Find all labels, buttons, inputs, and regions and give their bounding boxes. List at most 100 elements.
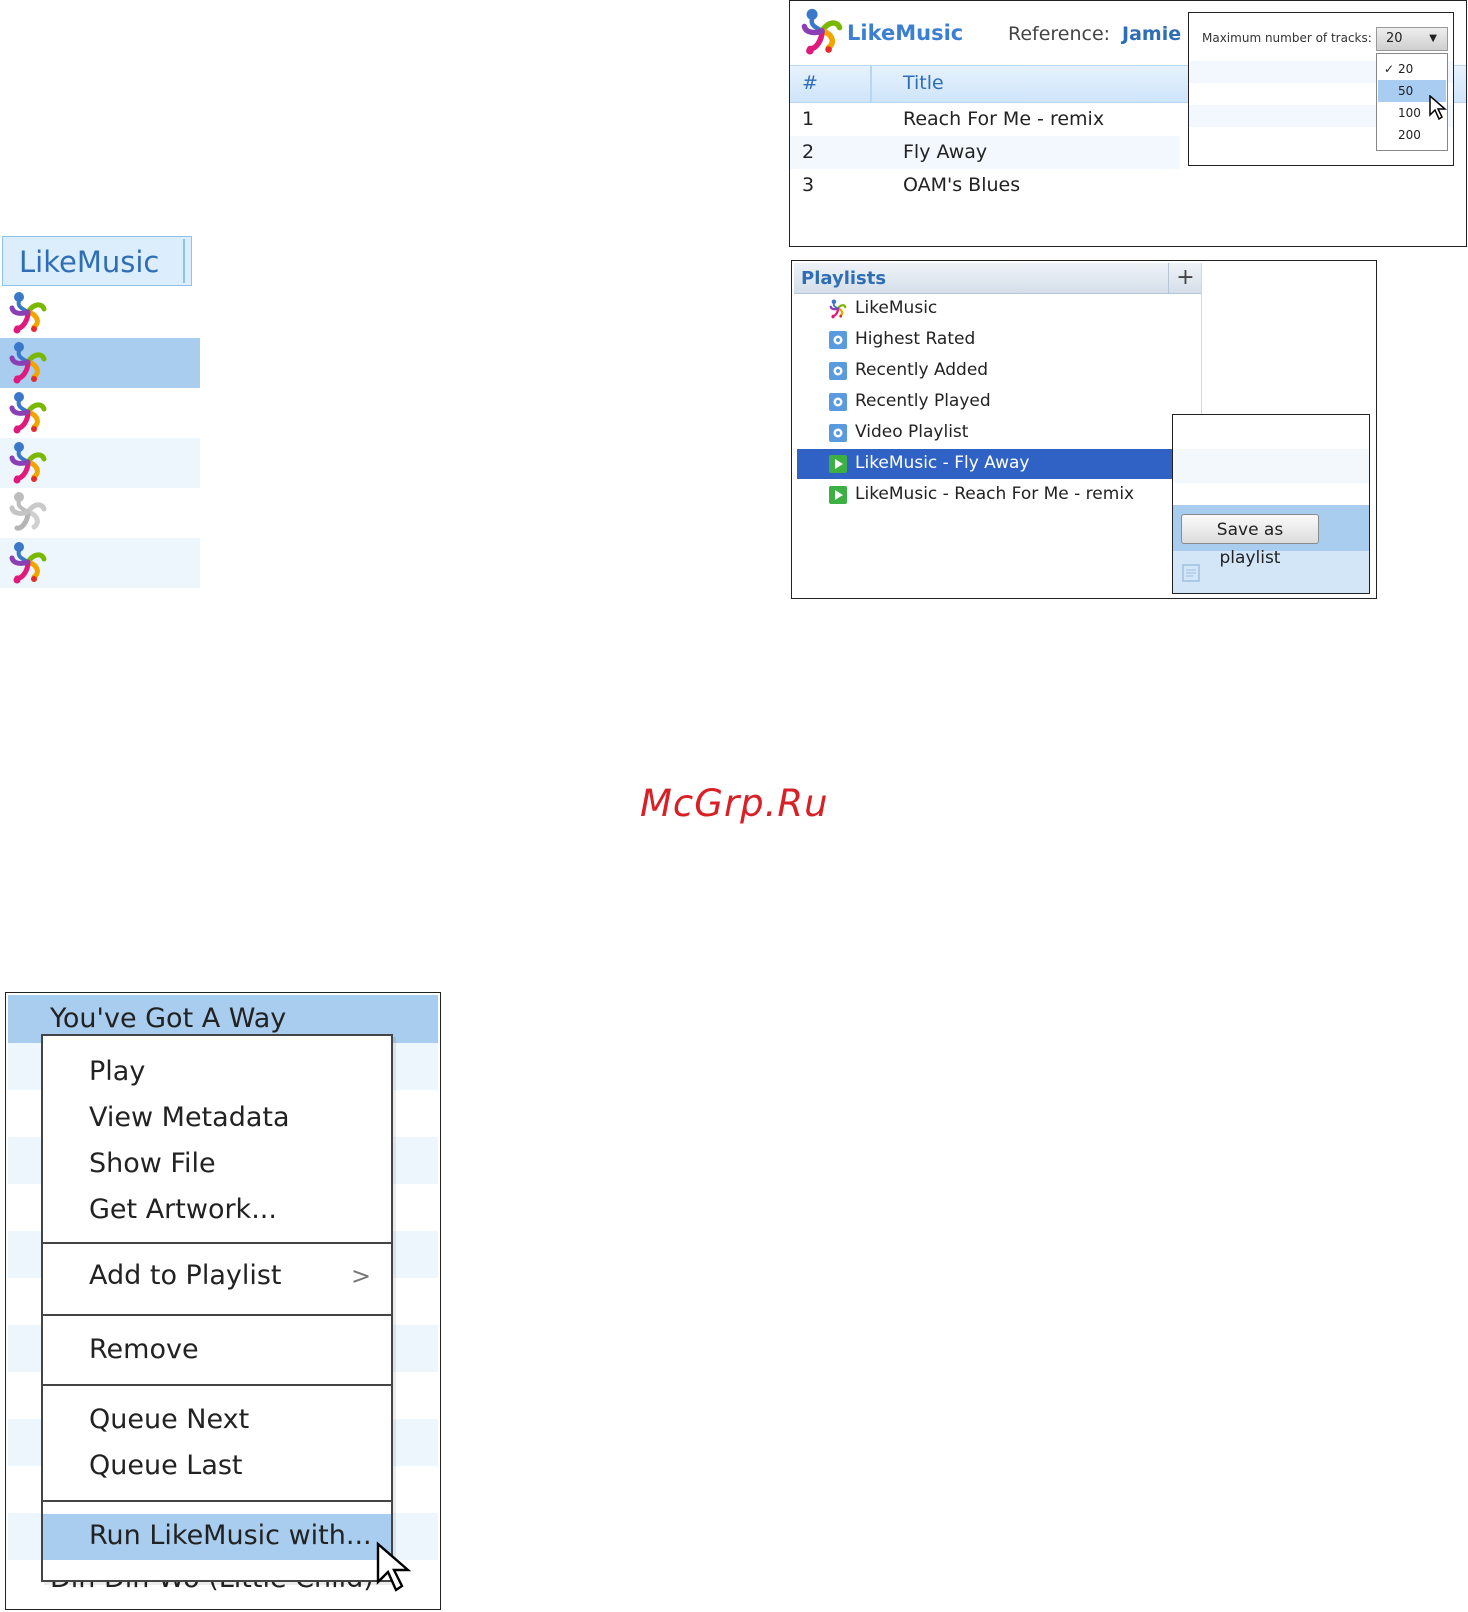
likemusic-logo-icon[interactable] xyxy=(8,291,48,335)
column-row[interactable] xyxy=(0,288,200,338)
max-tracks-selected-value: 20 xyxy=(1386,31,1403,46)
menu-separator xyxy=(43,1314,391,1316)
playlist-item[interactable]: Highest Rated xyxy=(797,325,1172,355)
playlist-label: LikeMusic - Reach For Me - remix xyxy=(855,484,1135,504)
smart-playlist-icon xyxy=(829,362,847,380)
max-tracks-option[interactable]: 200 xyxy=(1378,124,1446,146)
track-row[interactable]: 3 OAM's Blues xyxy=(790,169,1180,202)
track-number: 1 xyxy=(802,108,815,130)
save-playlist-popup: Save as playlist xyxy=(1172,414,1370,594)
track-row[interactable]: 2 Fly Away xyxy=(790,136,1180,169)
column-divider[interactable] xyxy=(183,239,185,283)
menu-item-add-to-playlist[interactable]: Add to Playlist > xyxy=(43,1254,391,1300)
note-icon[interactable] xyxy=(1181,563,1201,583)
menu-item-label: Queue Next xyxy=(89,1404,250,1435)
menu-item-label: Add to Playlist xyxy=(89,1260,282,1291)
smart-playlist-icon xyxy=(829,393,847,411)
likemusic-column-header[interactable]: LikeMusic xyxy=(2,236,192,286)
mouse-cursor-icon xyxy=(1429,95,1447,121)
smart-playlist-icon xyxy=(829,331,847,349)
track-number: 3 xyxy=(802,174,815,196)
column-divider[interactable] xyxy=(870,66,872,102)
popup-band xyxy=(1173,449,1369,483)
column-row[interactable] xyxy=(0,538,200,588)
playlist-item[interactable]: Recently Played xyxy=(797,387,1172,417)
add-playlist-button[interactable]: + xyxy=(1168,263,1202,293)
option-label: 100 xyxy=(1398,106,1421,120)
track-title: You've Got A Way xyxy=(50,1003,287,1034)
mouse-cursor-icon xyxy=(376,1541,412,1592)
column-row[interactable] xyxy=(0,438,200,488)
column-header-number[interactable]: # xyxy=(802,72,818,94)
track-row[interactable]: 1 Reach For Me - remix xyxy=(790,103,1180,136)
likemusic-column-panel: LikeMusic xyxy=(0,236,200,592)
likemusic-logo-icon[interactable] xyxy=(8,441,48,485)
menu-item-label: Remove xyxy=(89,1334,199,1365)
menu-item-label: Show File xyxy=(89,1148,216,1179)
playlist-label: Recently Added xyxy=(855,360,989,380)
likemusic-logo-icon xyxy=(828,299,848,319)
max-tracks-options-popup: Maximum number of tracks: 20 ▼ ✓ 20 50 1… xyxy=(1188,12,1454,166)
menu-item-label: Run LikeMusic with... xyxy=(89,1520,372,1551)
track-title: Fly Away xyxy=(903,141,988,163)
menu-item-remove[interactable]: Remove xyxy=(43,1328,391,1374)
playlist-label: Recently Played xyxy=(855,391,991,411)
likemusic-logo-icon[interactable] xyxy=(8,391,48,435)
option-label: 50 xyxy=(1398,84,1414,98)
reference-value[interactable]: Jamie xyxy=(1122,23,1181,45)
playlist-label: Highest Rated xyxy=(855,329,976,349)
menu-item-run-likemusic-with[interactable]: Run LikeMusic with... xyxy=(43,1514,391,1560)
save-as-playlist-button[interactable]: Save as playlist xyxy=(1181,514,1319,568)
menu-separator xyxy=(43,1500,391,1502)
track-title: OAM's Blues xyxy=(903,174,1021,196)
max-tracks-label: Maximum number of tracks: xyxy=(1202,31,1372,45)
menu-item-get-artwork[interactable]: Get Artwork... xyxy=(43,1188,391,1234)
playlist-label: LikeMusic xyxy=(855,298,938,318)
column-row[interactable] xyxy=(0,388,200,438)
max-tracks-option[interactable]: ✓ 20 xyxy=(1378,58,1446,80)
track-title: Reach For Me - remix xyxy=(903,108,1105,130)
playlist-item-selected[interactable]: LikeMusic - Fly Away xyxy=(797,449,1175,479)
menu-separator xyxy=(43,1384,391,1386)
playlists-header: Playlists + xyxy=(794,263,1201,294)
menu-item-label: Play xyxy=(89,1056,146,1087)
likemusic-brand: LikeMusic xyxy=(847,21,964,45)
playlist-item[interactable]: Video Playlist xyxy=(797,418,1172,448)
reference-label: Reference: xyxy=(1008,23,1111,45)
play-playlist-icon xyxy=(829,486,847,504)
option-label: 20 xyxy=(1398,62,1414,76)
checkmark-icon: ✓ xyxy=(1384,62,1395,76)
menu-item-show-file[interactable]: Show File xyxy=(43,1142,391,1188)
likemusic-logo-disabled-icon[interactable] xyxy=(8,491,48,535)
likemusic-logo-icon[interactable] xyxy=(8,341,48,385)
track-context-panel: You've Got A Way Din Din Wo (Little Chil… xyxy=(5,992,441,1610)
menu-item-view-metadata[interactable]: View Metadata xyxy=(43,1096,391,1142)
context-menu: Play View Metadata Show File Get Artwork… xyxy=(41,1034,393,1582)
playlists-title: Playlists xyxy=(801,268,887,289)
track-number: 2 xyxy=(802,141,815,163)
playlist-item[interactable]: Recently Added xyxy=(797,356,1172,386)
column-row-selected[interactable] xyxy=(0,338,200,388)
menu-item-queue-next[interactable]: Queue Next xyxy=(43,1398,391,1444)
column-row[interactable] xyxy=(0,488,200,538)
column-header-label: LikeMusic xyxy=(19,245,160,279)
menu-item-queue-last[interactable]: Queue Last xyxy=(43,1444,391,1490)
max-tracks-select[interactable]: 20 ▼ xyxy=(1376,27,1448,51)
likemusic-logo-icon xyxy=(800,7,844,57)
menu-item-label: Get Artwork... xyxy=(89,1194,277,1225)
playlist-item[interactable]: LikeMusic - Reach For Me - remix xyxy=(797,480,1172,510)
playlist-label: Video Playlist xyxy=(855,422,969,442)
likemusic-logo-icon[interactable] xyxy=(8,541,48,585)
chevron-right-icon: > xyxy=(351,1262,372,1290)
menu-item-play[interactable]: Play xyxy=(43,1050,391,1096)
dropdown-arrow-icon: ▼ xyxy=(1429,33,1437,44)
watermark-text: McGrp.Ru xyxy=(640,782,829,825)
play-playlist-icon xyxy=(829,455,847,473)
smart-playlist-icon xyxy=(829,424,847,442)
playlist-item[interactable]: LikeMusic xyxy=(797,294,1172,324)
playlists-panel: Playlists + LikeMusic Highest Rated Rece… xyxy=(791,260,1377,599)
panel-divider xyxy=(1201,263,1202,423)
column-header-title[interactable]: Title xyxy=(903,72,944,94)
option-label: 200 xyxy=(1398,128,1421,142)
menu-separator xyxy=(43,1242,391,1244)
